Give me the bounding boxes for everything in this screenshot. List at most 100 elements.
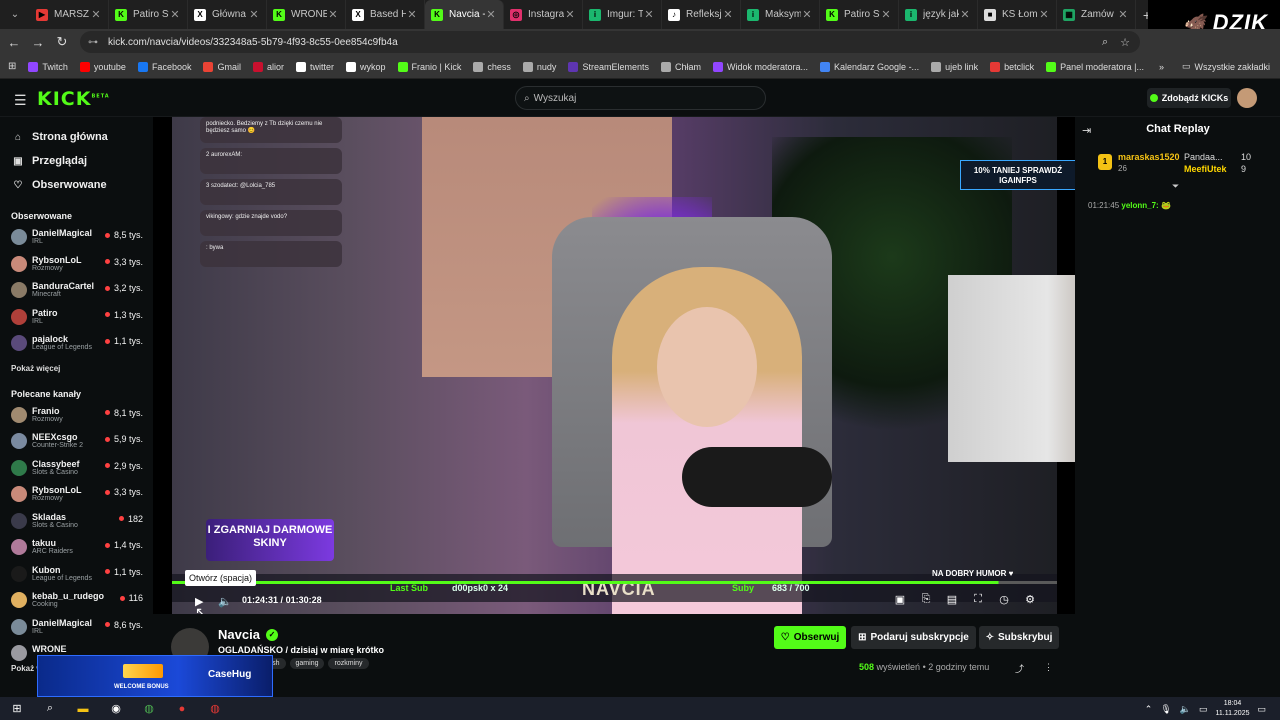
- kick-logo[interactable]: KICKBETA: [37, 88, 110, 110]
- browser-tab[interactable]: K Navcia - ✕: [425, 0, 504, 29]
- third-gifter-name[interactable]: MeefiUtek: [1184, 164, 1227, 174]
- channel-item[interactable]: Classybeef Slots & Casino 2,9 tys.: [0, 456, 153, 483]
- chat-username[interactable]: yelonn_7:: [1121, 201, 1158, 210]
- browser-tab[interactable]: ▦ Zamów ✕: [1057, 0, 1136, 29]
- close-tab-icon[interactable]: ✕: [722, 8, 734, 21]
- bookmark-item[interactable]: wykop: [346, 61, 386, 72]
- hamburger-menu-icon[interactable]: ☰: [14, 92, 27, 109]
- forward-icon[interactable]: →: [26, 35, 50, 50]
- close-tab-icon[interactable]: ✕: [1038, 8, 1050, 21]
- sidebar-nav-item[interactable]: ♡ Obserwowane: [0, 173, 153, 197]
- browser-tab[interactable]: X Główna / ✕: [188, 0, 267, 29]
- sidebar-nav-item[interactable]: ⌂ Strona główna: [0, 125, 153, 149]
- settings-gear-icon[interactable]: ⚙: [1023, 593, 1037, 607]
- channel-item[interactable]: DanielMagical IRL 8,6 tys.: [0, 615, 153, 642]
- all-bookmarks-link[interactable]: Wszystkie zakładki: [1194, 62, 1270, 72]
- get-kicks-button[interactable]: Zdobądź KICKs: [1147, 88, 1231, 108]
- volume-tray-icon[interactable]: 🔈: [1180, 704, 1191, 715]
- url-text[interactable]: kick.com/navcia/videos/332348a5-5b79-4f9…: [108, 37, 398, 48]
- bookmark-item[interactable]: StreamElements: [568, 61, 649, 72]
- clock[interactable]: 18:04 11.11.2025: [1215, 699, 1249, 719]
- theater-icon[interactable]: ▣: [893, 593, 907, 607]
- top-gifter-name[interactable]: maraskas1520: [1118, 152, 1180, 162]
- bookmark-item[interactable]: Twitch: [28, 61, 68, 72]
- close-tab-icon[interactable]: ✕: [406, 8, 418, 21]
- close-tab-icon[interactable]: ✕: [564, 8, 576, 21]
- bookmark-item[interactable]: Panel moderatora |...: [1046, 61, 1144, 72]
- browser-tab[interactable]: i Maksym ✕: [741, 0, 820, 29]
- clip-icon[interactable]: ⎘: [919, 593, 933, 607]
- zoom-icon[interactable]: ⌕: [1102, 36, 1108, 49]
- browser-tab[interactable]: ■ KS Łomia✕: [978, 0, 1057, 29]
- show-more-link[interactable]: Pokaż więcej: [0, 364, 153, 373]
- mic-tray-icon[interactable]: 🎙: [1160, 704, 1171, 715]
- browser-tab[interactable]: K WRONE ✕: [267, 0, 346, 29]
- windows-start-icon[interactable]: ⊞: [6, 700, 28, 718]
- close-tab-icon[interactable]: ✕: [90, 8, 102, 21]
- close-tab-icon[interactable]: ✕: [169, 8, 181, 21]
- speed-icon[interactable]: ◷: [997, 593, 1011, 607]
- back-icon[interactable]: ←: [2, 35, 26, 50]
- bookmark-item[interactable]: chess: [473, 61, 511, 72]
- close-tab-icon[interactable]: ✕: [248, 8, 260, 21]
- reload-icon[interactable]: ↻: [50, 34, 74, 50]
- bookmark-item[interactable]: Widok moderatora...: [712, 61, 808, 72]
- channel-item[interactable]: Patiro IRL 1,3 tys.: [0, 305, 153, 332]
- notification-icon[interactable]: ▭: [1257, 704, 1266, 715]
- share-icon[interactable]: ⤴: [1015, 662, 1024, 675]
- url-field[interactable]: ⊶ kick.com/navcia/videos/332348a5-5b79-4…: [80, 31, 1140, 53]
- browser-tab[interactable]: X Based H ✕: [346, 0, 425, 29]
- expand-chevron-icon[interactable]: ⏷: [1172, 181, 1179, 192]
- channel-item[interactable]: DanielMagical IRL 8,5 tys.: [0, 225, 153, 252]
- browser-tab[interactable]: K Patiro St ✕: [820, 0, 899, 29]
- browser-tab[interactable]: ◎ Instagran✕: [504, 0, 583, 29]
- search-taskbar-icon[interactable]: ⌕: [39, 700, 61, 718]
- bookmark-item[interactable]: twitter: [296, 61, 334, 72]
- streamer-name[interactable]: Navcia: [218, 627, 260, 642]
- close-tab-icon[interactable]: ✕: [327, 8, 339, 21]
- channel-item[interactable]: Franio Rozmowy 8,1 tys.: [0, 403, 153, 430]
- recorder-icon[interactable]: ●: [171, 700, 193, 718]
- more-bookmarks-icon[interactable]: »: [1159, 62, 1164, 72]
- close-tab-icon[interactable]: ✕: [485, 8, 497, 21]
- network-icon[interactable]: ▭: [1199, 704, 1208, 715]
- volume-icon[interactable]: 🔈: [218, 594, 232, 608]
- site-info-icon[interactable]: ⊶: [88, 37, 98, 48]
- bookmark-item[interactable]: youtube: [79, 61, 126, 72]
- casehug-ad[interactable]: WELCOME BONUS CaseHug: [37, 655, 273, 697]
- stream-tag[interactable]: gaming: [289, 658, 325, 669]
- search-input[interactable]: ⌕ Wyszukaj: [515, 86, 766, 110]
- channel-item[interactable]: RybsonLoL Rozmowy 3,3 tys.: [0, 252, 153, 279]
- file-explorer-icon[interactable]: ▬: [72, 700, 94, 718]
- close-tab-icon[interactable]: ✕: [643, 8, 655, 21]
- channel-item[interactable]: takuu ARC Raiders 1,4 tys.: [0, 535, 153, 562]
- channel-item[interactable]: Kubon League of Legends 1,1 tys.: [0, 562, 153, 589]
- stream-tag[interactable]: rozkminy: [328, 658, 369, 669]
- chrome-icon[interactable]: ◍: [138, 700, 160, 718]
- user-avatar[interactable]: [1237, 88, 1257, 108]
- channel-item[interactable]: kebab_u_rudego Cooking 116: [0, 588, 153, 615]
- apps-grid-icon[interactable]: ⊞: [8, 61, 16, 72]
- miniplayer-icon[interactable]: ▤: [945, 593, 959, 607]
- subscribe-button[interactable]: ✧ Subskrybuj: [979, 626, 1059, 649]
- bookmark-star-icon[interactable]: ☆: [1120, 36, 1130, 49]
- close-tab-icon[interactable]: ✕: [880, 8, 892, 21]
- close-tab-icon[interactable]: ✕: [801, 8, 813, 21]
- sidebar-nav-item[interactable]: ▣ Przeglądaj: [0, 149, 153, 173]
- progress-bar[interactable]: [172, 581, 1057, 584]
- channel-item[interactable]: BanduraCartel Minecraft 3,2 tys.: [0, 278, 153, 305]
- browser-tab[interactable]: i Imgur: Th✕: [583, 0, 662, 29]
- bookmark-item[interactable]: alior: [252, 61, 284, 72]
- browser-tab[interactable]: i język jak ✕: [899, 0, 978, 29]
- close-tab-icon[interactable]: ✕: [1117, 8, 1129, 21]
- channel-item[interactable]: RybsonLoL Rozmowy 3,3 tys.: [0, 482, 153, 509]
- bookmark-item[interactable]: betclick: [990, 61, 1034, 72]
- second-gifter-name[interactable]: Pandaa...: [1184, 152, 1223, 162]
- close-tab-icon[interactable]: ✕: [959, 8, 971, 21]
- browser-tab[interactable]: ▶ MARSZ N✕: [30, 0, 109, 29]
- bookmark-item[interactable]: ujeb link: [931, 61, 978, 72]
- follow-button[interactable]: ♡ Obserwuj: [774, 626, 846, 649]
- steam-icon[interactable]: ◉: [105, 700, 127, 718]
- fullscreen-icon[interactable]: ⛶: [971, 593, 985, 607]
- bookmark-item[interactable]: Kalendarz Google -...: [820, 61, 919, 72]
